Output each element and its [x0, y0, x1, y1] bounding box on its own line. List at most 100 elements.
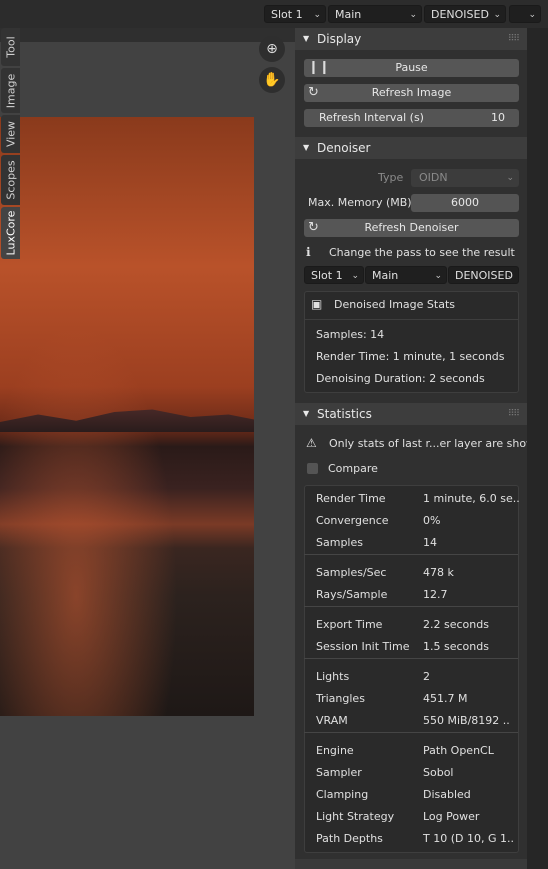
pause-button[interactable]: ❙❙ Pause — [304, 59, 519, 77]
stat-label: VRAM — [316, 714, 348, 727]
stat-value: Disabled — [423, 788, 471, 801]
tab-label: LuxCore — [4, 210, 17, 256]
slot-select-label: Slot 1 — [271, 8, 303, 21]
image-viewport[interactable] — [0, 28, 295, 869]
tab-tool[interactable]: Tool — [1, 28, 20, 66]
refresh-icon: ↻ — [308, 220, 319, 235]
drag-grip-icon[interactable]: ⠿⠿ — [508, 28, 520, 50]
divider — [304, 554, 518, 555]
stat-value: 1.5 seconds — [423, 640, 489, 653]
chevron-down-icon: ⌄ — [493, 10, 501, 20]
denoiser-pass-label: DENOISED — [455, 269, 513, 282]
pause-icon: ❙❙ — [308, 60, 330, 75]
chevron-down-icon: ⌄ — [351, 271, 359, 281]
collapse-triangle-icon: ▼ — [303, 409, 310, 418]
slot-select[interactable]: Slot 1 ⌄ — [264, 5, 326, 23]
refresh-interval-value: 10 — [491, 111, 505, 124]
denoiser-info-text: Change the pass to see the result — [329, 246, 515, 259]
stat-label: Render Time — [316, 492, 386, 505]
stat-label: Samples/Sec — [316, 566, 387, 579]
stat-value: 478 k — [423, 566, 454, 579]
collapse-triangle-icon: ▼ — [303, 143, 310, 152]
chevron-down-icon: ⌄ — [506, 173, 514, 183]
stat-label: Clamping — [316, 788, 369, 801]
stat-value: 14 — [423, 536, 437, 549]
stat-value: 550 MiB/8192 .. — [423, 714, 510, 727]
drag-grip-icon[interactable]: ⠿⠿ — [508, 403, 520, 425]
denoiser-section-header[interactable]: ▼ Denoiser — [295, 137, 527, 159]
denoiser-layer-label: Main — [372, 269, 399, 282]
stats-title: Denoised Image Stats — [334, 298, 455, 311]
denoiser-layer-select[interactable]: Main ⌄ — [365, 266, 447, 284]
tab-label: Scopes — [4, 160, 17, 200]
pass-select-label: DENOISED — [431, 8, 489, 21]
pause-button-label: Pause — [395, 61, 428, 74]
denoised-samples: Samples: 14 — [316, 328, 385, 341]
stat-value: T 10 (D 10, G 1.. — [423, 832, 514, 845]
denoised-render-time: Render Time: 1 minute, 1 seconds — [316, 350, 505, 363]
section-title: Display — [317, 32, 362, 46]
sidebar-tabs — [527, 28, 548, 869]
divider — [304, 606, 518, 607]
tab-label: View — [4, 120, 17, 148]
refresh-denoiser-label: Refresh Denoiser — [364, 221, 459, 234]
refresh-image-button[interactable]: ↻ Refresh Image — [304, 84, 519, 102]
divider — [304, 658, 518, 659]
divider — [304, 319, 519, 320]
stat-value: 12.7 — [423, 588, 448, 601]
denoiser-pass-select[interactable]: DENOISED ⌄ — [448, 266, 519, 284]
stat-label: Path Depths — [316, 832, 383, 845]
image-editor-header: Slot 1 ⌄ Main ⌄ DENOISED ⌄ ⌄ — [0, 0, 548, 28]
divider — [304, 732, 518, 733]
section-title: Statistics — [317, 407, 372, 421]
statistics-section-header[interactable]: ▼ Statistics ⠿⠿ — [295, 403, 527, 425]
stat-value: 2.2 seconds — [423, 618, 489, 631]
stat-label: Triangles — [316, 692, 365, 705]
refresh-image-label: Refresh Image — [371, 86, 452, 99]
hand-pan-icon[interactable]: ✋ — [259, 67, 285, 93]
max-memory-value: 6000 — [451, 196, 479, 209]
tab-luxcore[interactable]: LuxCore — [1, 207, 20, 259]
display-section-header[interactable]: ▼ Display ⠿⠿ — [295, 28, 527, 50]
collapse-triangle-icon: ▼ — [303, 34, 310, 43]
max-memory-label: Max. Memory (MB) — [308, 196, 412, 209]
tab-scopes[interactable]: Scopes — [1, 155, 20, 205]
info-icon: ℹ — [306, 245, 311, 259]
layer-select-label: Main — [335, 8, 362, 21]
chevron-down-icon: ⌄ — [506, 271, 514, 281]
stats-warning-text: Only stats of last r...er layer are show… — [329, 437, 543, 450]
denoiser-slot-label: Slot 1 — [311, 269, 343, 282]
refresh-denoiser-button[interactable]: ↻ Refresh Denoiser — [304, 219, 519, 237]
extra-select[interactable]: ⌄ — [509, 5, 541, 23]
stat-label: Sampler — [316, 766, 362, 779]
type-select: OIDN ⌄ — [411, 169, 519, 187]
tab-image[interactable]: Image — [1, 68, 20, 113]
pass-select[interactable]: DENOISED ⌄ — [424, 5, 506, 23]
stat-value: Log Power — [423, 810, 480, 823]
compare-checkbox[interactable] — [307, 463, 318, 474]
stat-value: 451.7 M — [423, 692, 468, 705]
max-memory-field[interactable]: 6000 — [411, 194, 519, 212]
stat-label: Session Init Time — [316, 640, 410, 653]
section-title: Denoiser — [317, 141, 371, 155]
mountains-silhouette — [0, 409, 254, 432]
type-label: Type — [378, 171, 404, 184]
viewport-header-strip — [0, 28, 295, 42]
denoiser-slot-select[interactable]: Slot 1 ⌄ — [304, 266, 364, 284]
stat-label: Lights — [316, 670, 350, 683]
tab-view[interactable]: View — [1, 115, 20, 153]
stat-value: Sobol — [423, 766, 454, 779]
stat-value: 0% — [423, 514, 441, 527]
chevron-down-icon: ⌄ — [409, 10, 417, 20]
stat-label: Light Strategy — [316, 810, 395, 823]
zoom-icon[interactable]: ⊕ — [259, 36, 285, 62]
layer-select[interactable]: Main ⌄ — [328, 5, 422, 23]
refresh-interval-field[interactable]: Refresh Interval (s) 10 — [304, 109, 519, 127]
stat-value: Path OpenCL — [423, 744, 494, 757]
stat-label: Rays/Sample — [316, 588, 388, 601]
stat-label: Export Time — [316, 618, 383, 631]
refresh-interval-label: Refresh Interval (s) — [319, 111, 424, 124]
type-value: OIDN — [419, 171, 448, 184]
stat-value: 2 — [423, 670, 430, 683]
tab-label: Tool — [4, 36, 17, 58]
